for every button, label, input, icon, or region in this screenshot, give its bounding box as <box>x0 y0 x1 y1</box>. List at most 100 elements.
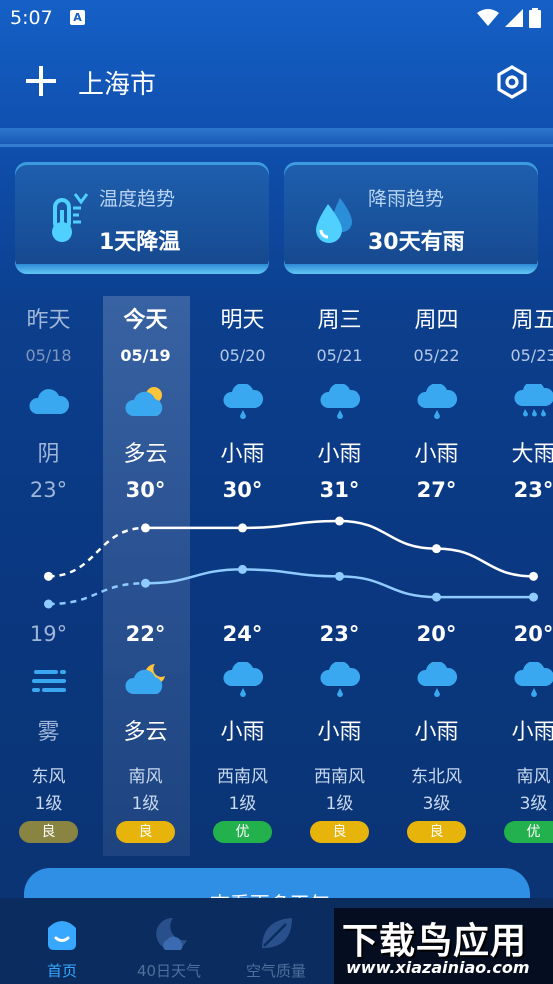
day-condition: 小雨 <box>220 442 265 467</box>
day-condition: 小雨 <box>414 442 459 467</box>
low-temp: 22° <box>125 622 166 646</box>
forecast-day-column[interactable]: 周三 05/21 小雨 31° 23° 小雨 西南风 1级 良 <box>291 296 388 856</box>
card-title: 降雨趋势 <box>368 188 445 210</box>
status-icons <box>477 8 541 28</box>
high-temp: 31° <box>319 478 360 502</box>
wind-level: 1级 <box>228 794 257 814</box>
leaf-icon <box>262 918 292 948</box>
watermark-url: www.xiazainiao.com <box>346 958 530 977</box>
wind-level: 1级 <box>131 794 160 814</box>
light-rain-icon <box>320 662 360 697</box>
night-condition: 小雨 <box>220 720 265 745</box>
low-temp: 24° <box>222 622 263 646</box>
wind-level: 1级 <box>34 794 63 814</box>
night-condition: 小雨 <box>317 720 362 745</box>
day-label: 周三 <box>317 308 362 333</box>
light-rain-icon <box>514 662 553 697</box>
night-condition: 小雨 <box>414 720 459 745</box>
wind-direction: 东北风 <box>411 767 462 787</box>
day-condition: 多云 <box>123 442 168 467</box>
wind-level: 3级 <box>422 794 451 814</box>
overcast-icon <box>29 389 70 414</box>
temperature-trend-card[interactable]: 温度趋势 1天降温 <box>15 162 269 274</box>
wind-direction: 南风 <box>128 767 163 787</box>
forecast-day-column[interactable]: 周四 05/22 小雨 27° 20° 小雨 东北风 3级 良 <box>388 296 485 856</box>
card-value: 30天有雨 <box>368 230 465 255</box>
day-label: 周四 <box>414 308 459 333</box>
day-condition: 小雨 <box>317 442 362 467</box>
day-condition: 阴 <box>37 442 60 467</box>
settings-icon[interactable] <box>495 65 529 99</box>
aqi-badge: 良 <box>407 821 466 843</box>
rain-drops-icon <box>316 198 352 243</box>
light-rain-icon <box>223 662 263 697</box>
wind-direction: 东风 <box>31 767 66 787</box>
rain-trend-card[interactable]: 降雨趋势 30天有雨 <box>284 162 538 274</box>
app-header: 上海市 <box>0 50 553 114</box>
moon-cloud-icon <box>156 917 187 950</box>
high-temp: 23° <box>513 478 553 502</box>
light-rain-icon <box>320 384 360 419</box>
night-condition: 雾 <box>37 720 60 745</box>
status-time: 5:07 <box>10 7 53 29</box>
status-bar: 5:07 A <box>0 0 553 36</box>
fog-icon <box>32 670 66 692</box>
date-label: 05/22 <box>413 346 460 365</box>
high-temp: 30° <box>125 478 166 502</box>
nav-label: 40日天气 <box>136 962 202 980</box>
wind-level: 1级 <box>325 794 354 814</box>
date-label: 05/23 <box>510 346 553 365</box>
watermark-logo: 下载鸟应用 www.xiazainiao.com <box>334 908 553 984</box>
high-temp: 30° <box>222 478 263 502</box>
low-temp: 19° <box>29 622 68 646</box>
add-city-button[interactable] <box>24 64 58 98</box>
day-label: 周五 <box>511 308 553 333</box>
wifi-icon <box>477 9 499 26</box>
night-condition: 小雨 <box>511 720 553 745</box>
forecast-day-column[interactable]: 周五 05/23 大雨 23° 20° 小雨 南风 3级 优 <box>485 296 553 856</box>
thermometer-icon <box>52 193 89 242</box>
header-divider <box>0 128 553 150</box>
low-temp: 20° <box>513 622 553 646</box>
light-rain-icon <box>223 384 263 419</box>
battery-icon <box>529 8 541 28</box>
date-label: 05/19 <box>120 346 171 365</box>
low-temp: 20° <box>416 622 457 646</box>
nav-label: 空气质量 <box>245 962 306 980</box>
home-icon <box>48 921 76 950</box>
day-condition: 大雨 <box>511 442 553 467</box>
aqi-badge: 良 <box>19 821 78 843</box>
light-rain-icon <box>417 384 457 419</box>
wind-direction: 南风 <box>516 767 551 787</box>
high-temp: 23° <box>29 478 68 502</box>
aqi-badge: 优 <box>504 821 553 843</box>
nav-home[interactable]: 首页 <box>12 898 112 984</box>
forecast-day-column[interactable]: 明天 05/20 小雨 30° 24° 小雨 西南风 1级 优 <box>194 296 291 856</box>
nav-air-quality[interactable]: 空气质量 <box>226 898 326 984</box>
forecast-day-column[interactable]: 昨天 05/18 阴 23° 19° 雾 东风 1级 良 <box>0 296 97 856</box>
notification-icon: A <box>70 10 85 25</box>
city-name[interactable]: 上海市 <box>78 64 156 101</box>
signal-icon <box>505 9 523 27</box>
day-label: 昨天 <box>26 308 71 333</box>
forecast-strip[interactable]: 昨天 05/18 阴 23° 19° 雾 东风 1级 良 今天 05/19 多云… <box>0 296 553 856</box>
aqi-badge: 良 <box>116 821 175 843</box>
watermark-title: 下载鸟应用 <box>342 921 528 962</box>
nav-40-day[interactable]: 40日天气 <box>119 898 219 984</box>
light-rain-icon <box>417 662 457 697</box>
date-label: 05/21 <box>316 346 363 365</box>
wind-level: 3级 <box>519 794 548 814</box>
wind-direction: 西南风 <box>217 767 268 787</box>
aqi-badge: 良 <box>310 821 369 843</box>
aqi-badge: 优 <box>213 821 272 843</box>
date-label: 05/20 <box>219 346 266 365</box>
card-value: 1天降温 <box>99 230 181 255</box>
high-temp: 27° <box>416 478 457 502</box>
day-label: 今天 <box>123 308 168 333</box>
low-temp: 23° <box>319 622 360 646</box>
night-condition: 多云 <box>123 720 168 745</box>
nav-label: 首页 <box>46 962 77 980</box>
forecast-day-column[interactable]: 今天 05/19 多云 30° 22° 多云 南风 1级 良 <box>97 296 194 856</box>
card-title: 温度趋势 <box>99 188 176 210</box>
partly-cloudy-day-icon <box>125 387 163 416</box>
